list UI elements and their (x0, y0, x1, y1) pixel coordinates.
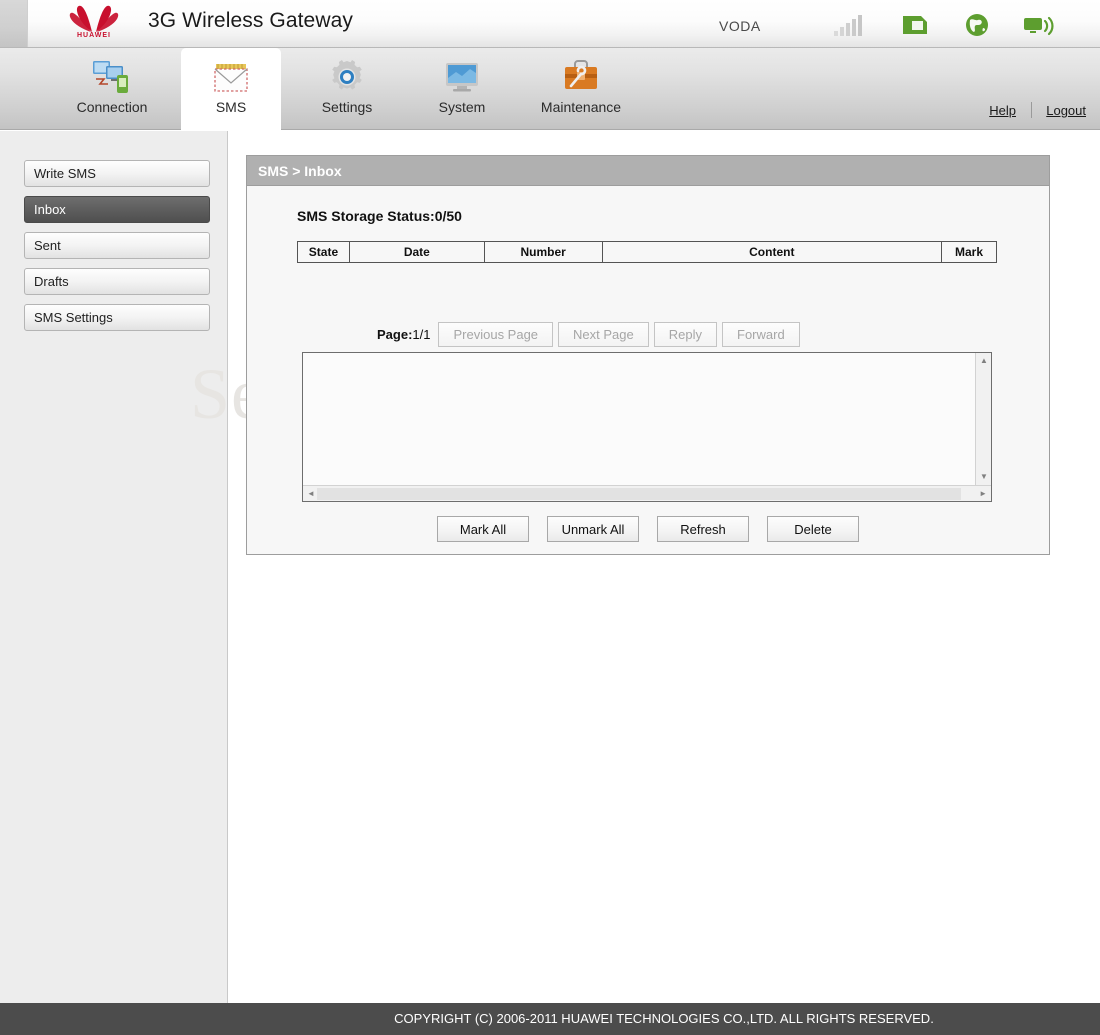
page-body: Write SMS Inbox Sent Drafts SMS Settings… (0, 131, 1100, 1003)
unmark-all-button[interactable]: Unmark All (547, 516, 639, 542)
footer-left-block (0, 1003, 228, 1035)
links-divider (1030, 102, 1032, 118)
huawei-wordmark: HUAWEI (77, 32, 111, 39)
huawei-logo: HUAWEI (62, 4, 126, 44)
sidebar-item-sms-settings[interactable]: SMS Settings (24, 304, 210, 331)
scroll-right-arrow-icon[interactable]: ► (979, 490, 987, 498)
sidebar-item-label: Drafts (34, 274, 69, 289)
broadcast-monitor-icon (1022, 12, 1056, 38)
scroll-left-arrow-icon[interactable]: ◄ (307, 490, 315, 498)
reply-button[interactable]: Reply (653, 322, 717, 347)
panel-inner: SMS Storage Status:0/50 State Date Numbe… (247, 186, 1049, 554)
signal-bars-icon (832, 12, 866, 38)
tab-connection[interactable]: Connection (50, 48, 174, 130)
delete-button[interactable]: Delete (767, 516, 859, 542)
main-tab-nav: Connection SMS Settings System Maintenan… (0, 48, 1100, 131)
scroll-trough[interactable] (317, 488, 961, 500)
tab-system-label: System (438, 99, 486, 115)
previous-page-button[interactable]: Previous Page (438, 322, 554, 347)
refresh-button[interactable]: Refresh (657, 516, 749, 542)
logout-link[interactable]: Logout (1046, 103, 1086, 118)
message-content-box[interactable]: ▲ ▼ ◄ ► (302, 352, 992, 502)
computers-icon (50, 56, 174, 98)
carrier-name: VODA (719, 18, 761, 34)
sidebar-item-drafts[interactable]: Drafts (24, 268, 210, 295)
sms-storage-status: SMS Storage Status:0/50 (297, 208, 462, 224)
table-header-row: State Date Number Content Mark (297, 241, 997, 263)
sms-message-table: State Date Number Content Mark (297, 241, 997, 263)
sim-card-icon (898, 12, 932, 38)
tab-system[interactable]: System (412, 48, 512, 130)
column-header-mark: Mark (941, 241, 997, 263)
copyright-text: COPYRIGHT (C) 2006-2011 HUAWEI TECHNOLOG… (394, 1011, 934, 1026)
tab-connection-label: Connection (76, 99, 148, 115)
tab-maintenance[interactable]: Maintenance (522, 48, 640, 130)
next-page-button[interactable]: Next Page (558, 322, 649, 347)
product-title: 3G Wireless Gateway (148, 9, 353, 32)
monitor-icon (412, 56, 512, 98)
globe-internet-icon (960, 12, 994, 38)
sidebar-item-sent[interactable]: Sent (24, 232, 210, 259)
envelope-icon (181, 56, 281, 98)
page-footer: COPYRIGHT (C) 2006-2011 HUAWEI TECHNOLOG… (0, 1003, 1100, 1035)
header-left-edge-strip (0, 0, 28, 47)
sidebar-item-label: Sent (34, 238, 61, 253)
column-header-state: State (297, 241, 350, 263)
header-links: Help Logout (989, 102, 1086, 118)
sidebar-nav: Write SMS Inbox Sent Drafts SMS Settings (0, 131, 228, 1003)
tab-sms[interactable]: SMS (181, 48, 281, 131)
column-header-content: Content (601, 241, 943, 263)
scroll-up-arrow-icon[interactable]: ▲ (980, 357, 988, 365)
tab-sms-label: SMS (215, 99, 247, 115)
mark-all-button[interactable]: Mark All (437, 516, 529, 542)
column-header-date: Date (348, 241, 485, 263)
page-label: Page: (377, 327, 413, 342)
action-button-bar: Mark All Unmark All Refresh Delete (247, 516, 1049, 542)
sidebar-item-label: Write SMS (34, 166, 96, 181)
tab-maintenance-label: Maintenance (540, 99, 622, 115)
huawei-flower-icon (69, 5, 119, 32)
content-panel: SMS > Inbox SMS Storage Status:0/50 Stat… (246, 155, 1050, 555)
top-header: HUAWEI 3G Wireless Gateway VODA (0, 0, 1100, 48)
pagination-bar: Page:1/1 Previous Page Next Page Reply F… (377, 322, 805, 347)
sidebar-item-write-sms[interactable]: Write SMS (24, 160, 210, 187)
breadcrumb: SMS > Inbox (247, 156, 1049, 186)
forward-button[interactable]: Forward (722, 322, 800, 347)
tab-settings-label: Settings (321, 99, 373, 115)
column-header-number: Number (483, 241, 603, 263)
page-indicator: Page:1/1 (377, 327, 430, 342)
vertical-scrollbar[interactable]: ▲ ▼ (975, 353, 991, 485)
page-value: 1/1 (412, 327, 431, 342)
tab-settings[interactable]: Settings (293, 48, 401, 130)
gear-icon (293, 56, 401, 98)
sidebar-item-label: SMS Settings (34, 310, 113, 325)
toolbox-icon (522, 56, 640, 98)
scroll-down-arrow-icon[interactable]: ▼ (980, 473, 988, 481)
sidebar-item-inbox[interactable]: Inbox (24, 196, 210, 223)
sidebar-item-label: Inbox (34, 202, 66, 217)
help-link[interactable]: Help (989, 103, 1016, 118)
horizontal-scrollbar[interactable]: ◄ ► (303, 485, 991, 501)
